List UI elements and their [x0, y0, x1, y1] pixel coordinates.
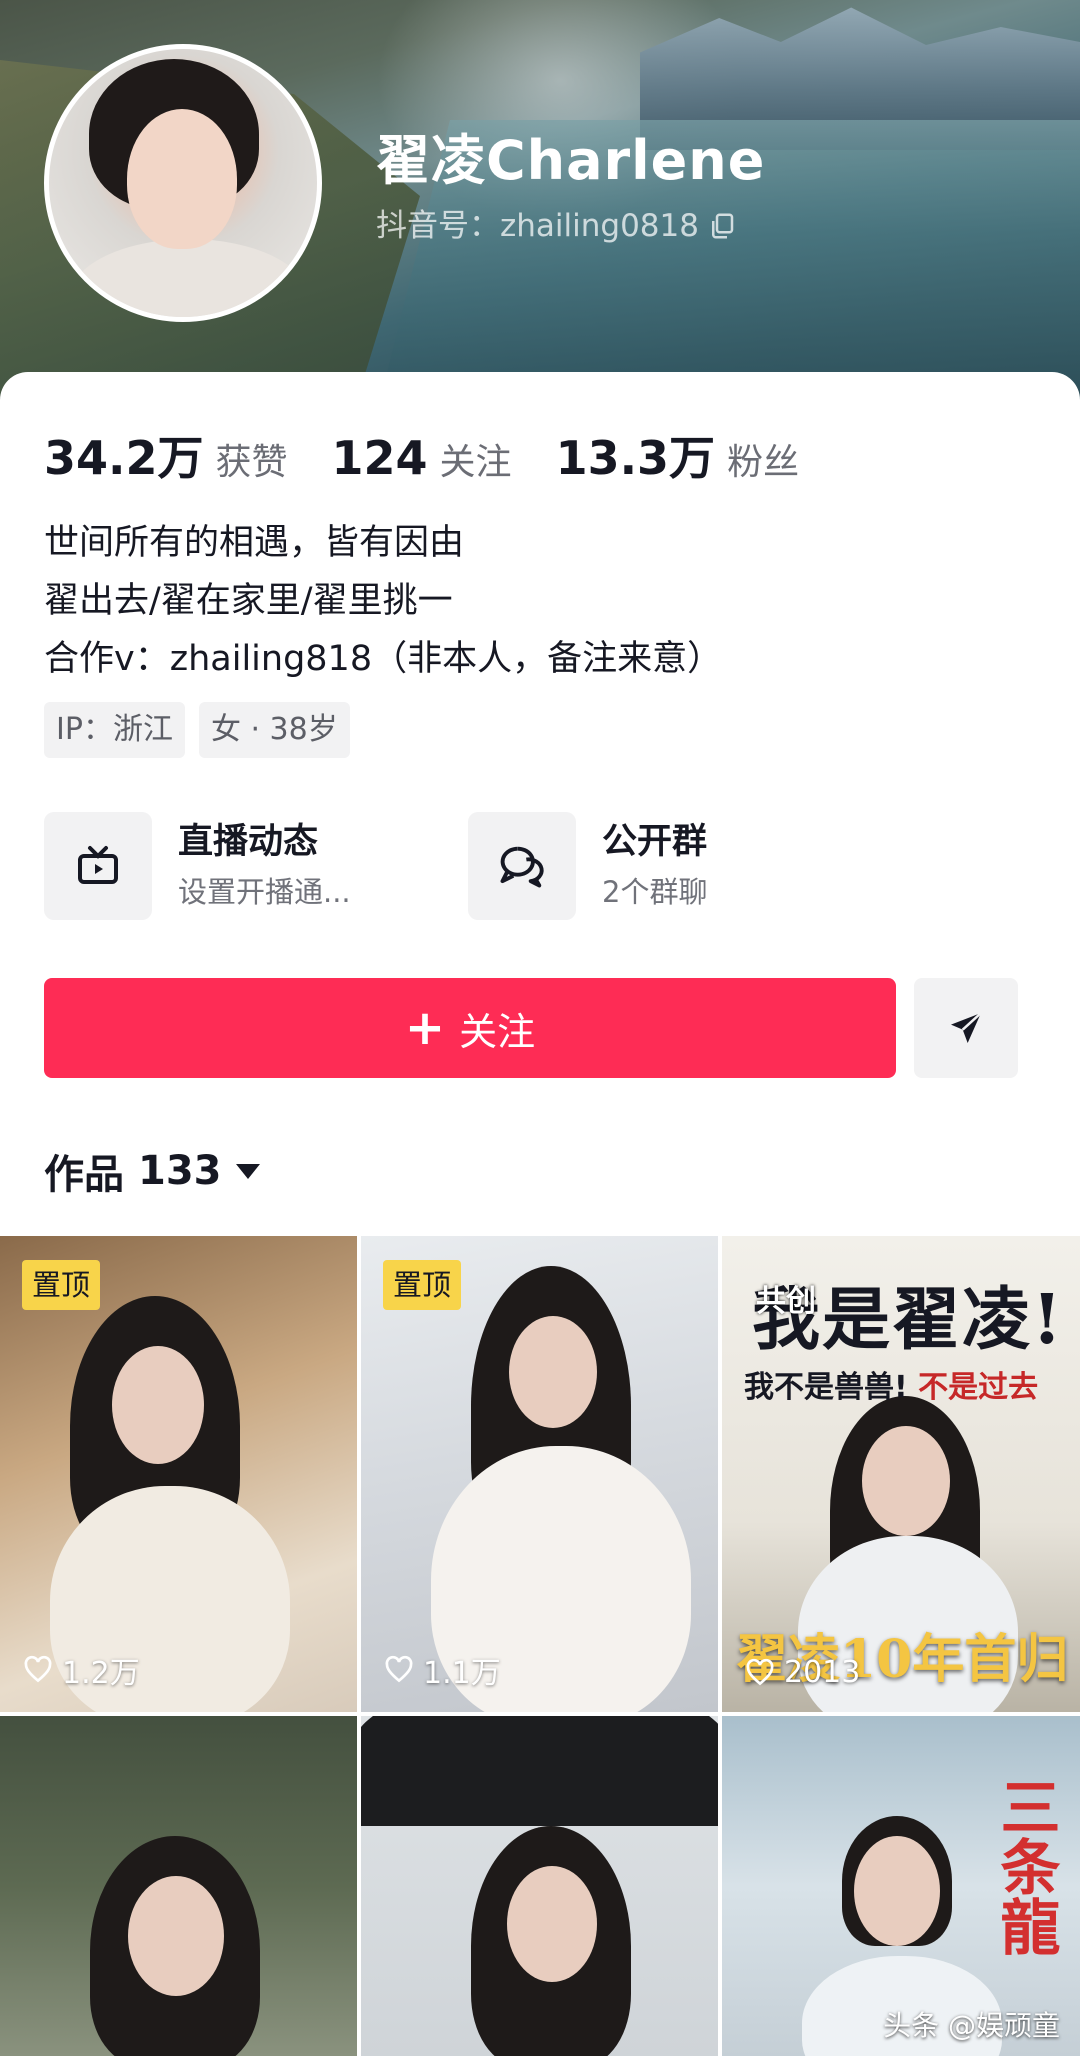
gender-age-tag: 女 · 38岁 [198, 702, 350, 758]
ip-location-tag: IP：浙江 [44, 702, 185, 758]
follow-button[interactable]: + 关注 [44, 978, 896, 1078]
tv-icon-box [44, 812, 152, 920]
source-watermark: 头条 @娱顽童 [883, 2009, 1060, 2042]
video-thumbnail[interactable]: 置顶 1.2万 [0, 1236, 357, 1712]
copy-icon[interactable] [707, 211, 737, 241]
follow-label: 关注 [459, 1009, 536, 1054]
video-thumbnail[interactable]: 三条龍 头条 @娱顽童 [722, 1716, 1080, 2056]
stat-followers[interactable]: 13.3万 粉丝 [556, 422, 800, 488]
profile-cover: 翟凌Charlene 抖音号：zhailing0818 [0, 0, 1080, 400]
heart-icon [24, 1655, 52, 1683]
bio-line: 世间所有的相遇，皆有因由 [44, 523, 465, 563]
live-updates-entry[interactable]: 直播动态 设置开播通... [44, 812, 351, 920]
douyin-id-text: 抖音号：zhailing0818 [376, 208, 699, 244]
stats-row: 34.2万 获赞 124 关注 13.3万 粉丝 [44, 422, 843, 488]
works-label: 作品 [44, 1152, 124, 1198]
live-updates-title: 直播动态 [178, 822, 319, 862]
works-tab[interactable]: 作品 133 [44, 1142, 260, 1200]
avatar[interactable] [44, 44, 322, 322]
profile-name: 翟凌Charlene [376, 129, 766, 192]
stat-value: 13.3万 [555, 431, 716, 485]
bio-line: 合作v：zhailing818（非本人，备注来意） [44, 639, 723, 679]
thumb-figure-face [854, 1836, 940, 1946]
calligraphy-text: 三条龍 [990, 1776, 1060, 1956]
stat-likes[interactable]: 34.2万 获赞 [44, 422, 288, 488]
pinned-badge: 置顶 [22, 1260, 101, 1310]
bio-line: 翟出去/翟在家里/翟里挑一 [44, 581, 453, 621]
video-thumbnail[interactable]: 我是翟凌! 共创 我不是兽兽! 不是过去 翟凌10年首归 2013 [722, 1236, 1080, 1712]
tv-icon [78, 846, 118, 884]
video-likes-count: 1.2万 [62, 1656, 140, 1691]
public-group-text: 公开群 2个群聊 [602, 818, 707, 914]
stat-following[interactable]: 124 关注 [332, 431, 512, 485]
avatar-face [127, 109, 237, 249]
send-icon [951, 1012, 982, 1043]
promo-subtitle: 我不是兽兽! 不是过去 [744, 1362, 1038, 1406]
live-updates-subtitle: 设置开播通... [178, 875, 351, 909]
public-group-subtitle: 2个群聊 [602, 875, 708, 909]
thumb-figure-face [112, 1346, 204, 1464]
avatar-shoulder [69, 239, 309, 317]
stat-label: 关注 [439, 442, 512, 483]
live-updates-text: 直播动态 设置开播通... [178, 818, 351, 914]
chat-bubbles-icon [500, 846, 544, 888]
heart-icon [385, 1655, 413, 1683]
works-count: 133 [138, 1148, 222, 1194]
promo-subtitle-a: 我不是兽兽! [744, 1370, 908, 1405]
chat-icon-box [468, 812, 576, 920]
thumb-figure-face [862, 1426, 950, 1536]
plus-icon: + [404, 1000, 446, 1056]
co-create-badge: 共创 [756, 1284, 816, 1319]
bio: 世间所有的相遇，皆有因由 翟出去/翟在家里/翟里挑一 合作v：zhailing8… [44, 514, 722, 688]
video-thumbnail[interactable]: 置顶 1.1万 [361, 1236, 718, 1712]
stat-value: 124 [331, 431, 428, 485]
public-group-entry[interactable]: 公开群 2个群聊 [468, 812, 707, 920]
video-thumbnail[interactable] [0, 1716, 357, 2056]
stat-value: 34.2万 [44, 431, 204, 485]
heart-icon [746, 1658, 774, 1685]
stat-label: 粉丝 [727, 442, 800, 483]
video-likes: 2013 [744, 1655, 860, 1690]
thumb-figure-face [507, 1866, 597, 1982]
video-likes: 1.2万 [22, 1648, 140, 1692]
douyin-id[interactable]: 抖音号：zhailing0818 [376, 206, 737, 246]
pinned-badge: 置顶 [383, 1260, 462, 1310]
send-message-button[interactable] [914, 978, 1018, 1078]
thumb-figure-face [509, 1316, 597, 1428]
video-likes-count: 1.1万 [423, 1656, 501, 1691]
thumb-figure-face [128, 1876, 224, 1996]
public-group-title: 公开群 [602, 822, 708, 862]
stat-label: 获赞 [215, 442, 288, 483]
promo-subtitle-b: 不是过去 [918, 1370, 1039, 1405]
video-likes-count: 2013 [784, 1655, 861, 1690]
video-thumbnail[interactable] [361, 1716, 718, 2056]
video-likes: 1.1万 [383, 1648, 501, 1692]
caret-down-icon [235, 1163, 260, 1179]
umbrella [361, 1716, 718, 1826]
profile-tags: IP：浙江 女 · 38岁 [44, 702, 350, 758]
